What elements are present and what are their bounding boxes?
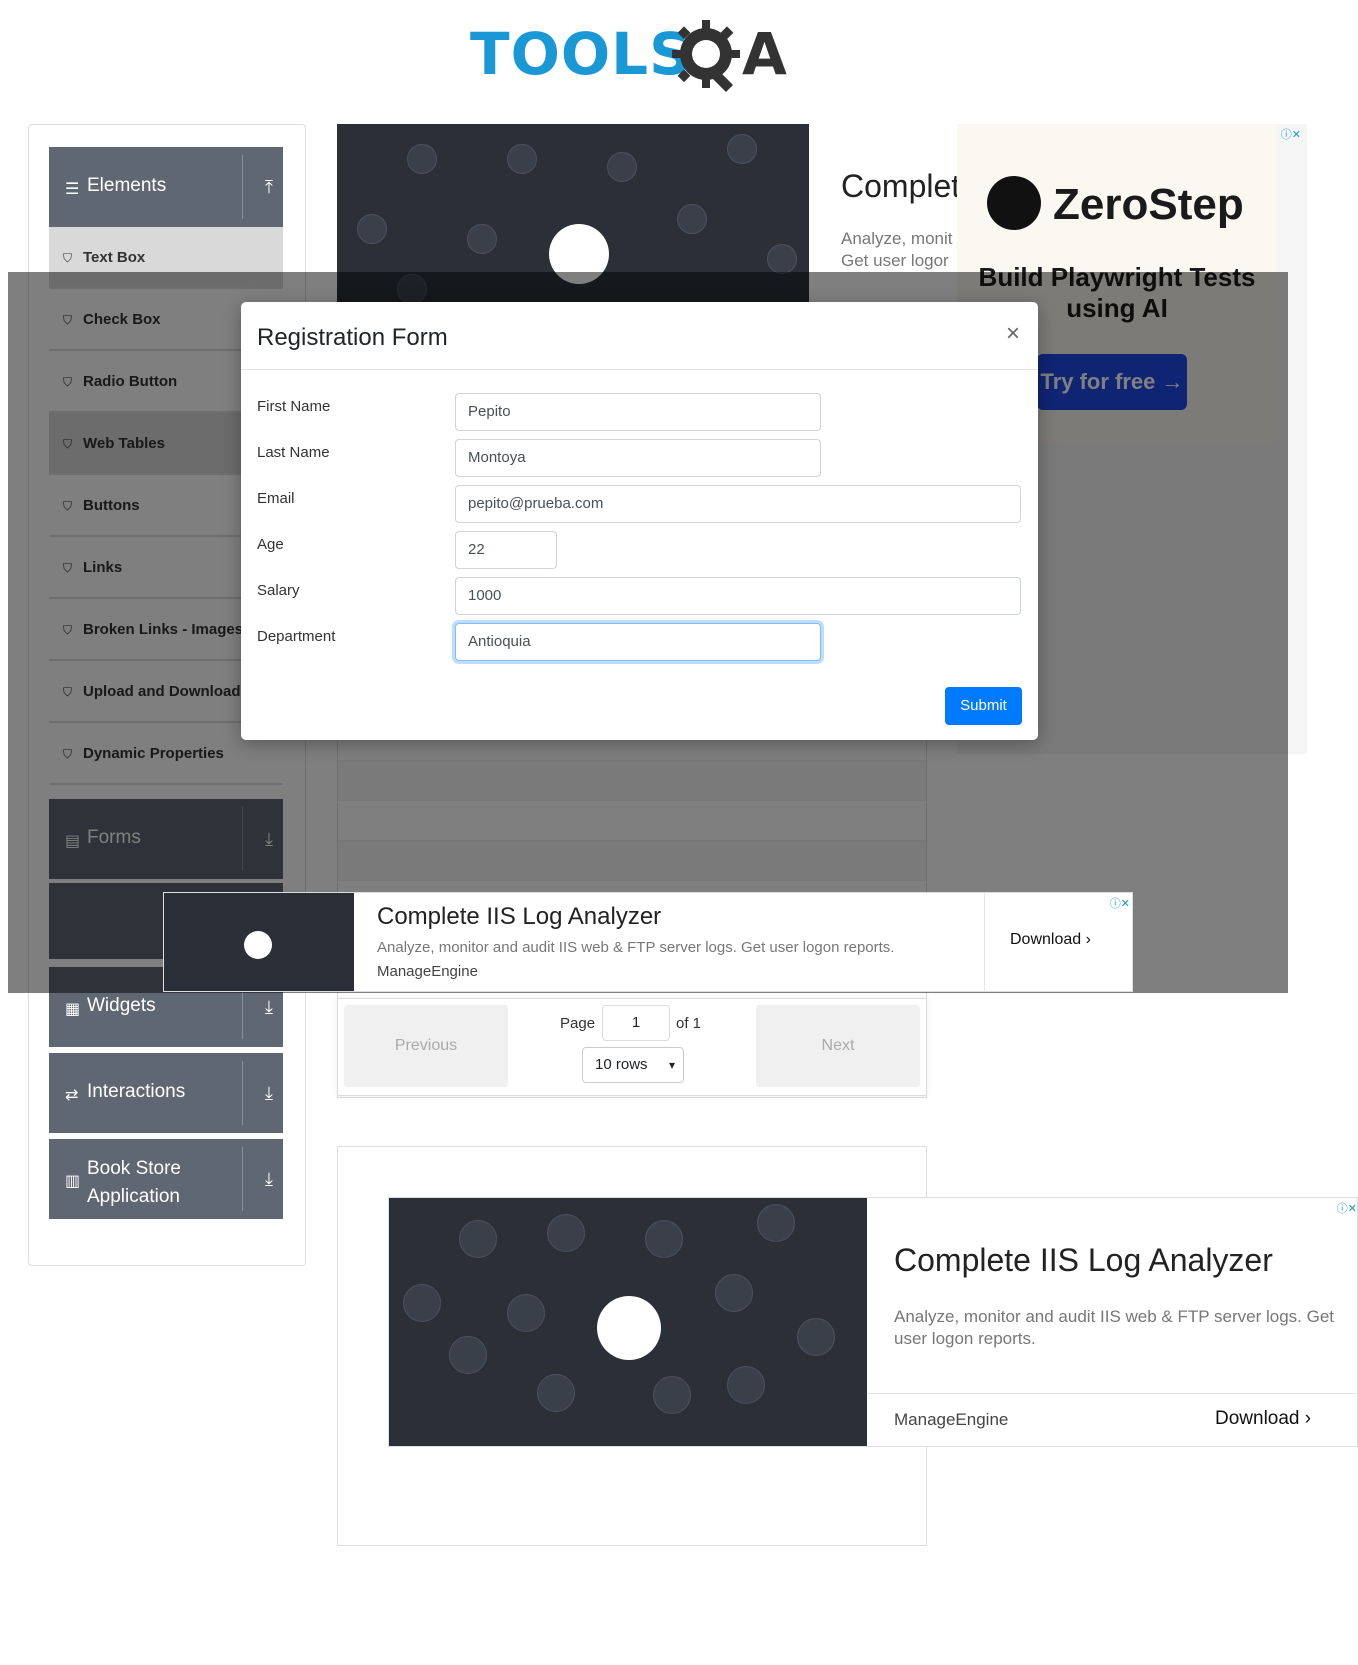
ad-sub-line: Get user logor [841, 251, 949, 270]
group-interactions[interactable]: ⇄ Interactions ⤓ [49, 1053, 283, 1133]
group-label: Elements [87, 175, 167, 196]
download-arrow-icon: ⤓ [265, 1169, 273, 1189]
cta-label: Download [1215, 1408, 1300, 1429]
group-elements[interactable]: ☰ Elements ⤒ [49, 147, 283, 227]
divider [241, 369, 1038, 370]
upload-arrow-icon: ⤒ [265, 177, 273, 197]
widgets-icon: ▦ [65, 1001, 81, 1018]
divider [242, 1147, 243, 1211]
toolsqa-logo[interactable]: TOOLS A [470, 18, 800, 94]
html5-icon: ⛉ [63, 251, 73, 265]
page-total: of 1 [676, 1015, 702, 1032]
adchoices-icon[interactable]: ⓘ✕ [1100, 895, 1130, 910]
submit-button[interactable]: Submit [945, 687, 1022, 725]
menu-item-label: Text Box [83, 249, 146, 266]
interactions-icon: ⇄ [65, 1087, 79, 1104]
adchoices-icon[interactable]: ⓘ✕ [1271, 126, 1301, 141]
chevron-right-icon: › [1304, 1408, 1312, 1429]
download-arrow-icon: ⤓ [265, 1083, 273, 1103]
pagination: Previous Page 1 of 1 10 rows ▾ Next [337, 998, 927, 1096]
rows-per-page-select[interactable]: 10 rows ▾ [582, 1047, 684, 1083]
download-link[interactable]: Download › [1010, 931, 1091, 949]
salary-label: Salary [257, 582, 300, 599]
download-arrow-icon: ⤓ [265, 997, 273, 1017]
ad-sub-line: Analyze, monit [841, 229, 953, 248]
zerostep-logo-icon [987, 176, 1041, 230]
divider [984, 893, 985, 991]
modal-title: Registration Form [257, 324, 448, 351]
email-input[interactable]: pepito@prueba.com [455, 485, 1021, 523]
ad-sub: Analyze, monit Get user logor [841, 228, 953, 272]
last-name-input[interactable]: Montoya [455, 439, 821, 477]
chevron-right-icon: › [1085, 931, 1091, 948]
group-label: Book Store Application [87, 1155, 181, 1211]
email-label: Email [257, 490, 295, 507]
ad-image [389, 1198, 867, 1446]
ad-brand: ManageEngine [377, 963, 478, 980]
chevron-down-icon: ▾ [668, 1058, 675, 1072]
gear-icon [672, 20, 740, 93]
previous-button[interactable]: Previous [344, 1005, 508, 1087]
age-label: Age [257, 536, 284, 553]
divider [242, 155, 243, 219]
ad-headline: Complete IIS Log Analyzer [377, 903, 662, 930]
group-label: Interactions [87, 1081, 186, 1102]
department-label: Department [257, 628, 336, 645]
divider [867, 1393, 1357, 1394]
label-line: Application [87, 1186, 180, 1207]
ad-brand: ZeroStep [1053, 180, 1244, 229]
adchoices-icon[interactable]: ⓘ✕ [1327, 1200, 1357, 1215]
ad-sub: Analyze, monitor and audit IIS web & FTP… [894, 1307, 1334, 1348]
ad-image [164, 893, 354, 991]
first-name-label: First Name [257, 398, 331, 415]
first-name-input[interactable]: Pepito [455, 393, 821, 431]
group-book-store[interactable]: ▥ Book Store Application ⤓ [49, 1139, 283, 1219]
hamburger-icon: ☰ [65, 181, 80, 198]
group-label: Widgets [87, 995, 156, 1016]
rows-value: 10 rows [595, 1056, 648, 1073]
close-icon[interactable]: × [1006, 320, 1020, 348]
ad-headline: Complete IIS Log Analyzer [894, 1242, 1273, 1278]
age-input[interactable]: 22 [455, 531, 557, 569]
middle-ad[interactable]: Complete IIS Log Analyzer Analyze, monit… [163, 892, 1133, 992]
next-button[interactable]: Next [756, 1005, 920, 1087]
download-link[interactable]: Download › [1215, 1408, 1311, 1430]
label-line: Book Store [87, 1158, 181, 1179]
ad-brand: ManageEngine [894, 1410, 1009, 1429]
salary-input[interactable]: 1000 [455, 577, 1021, 615]
cta-label: Download [1010, 931, 1082, 948]
bottom-ad[interactable]: Complete IIS Log Analyzer Analyze, monit… [388, 1197, 1358, 1447]
divider [242, 1061, 243, 1125]
logo-text-a: A [742, 20, 787, 88]
page-label: Page [560, 1015, 596, 1032]
page-number-input[interactable]: 1 [602, 1005, 670, 1041]
ad-headline: Complet [841, 168, 961, 204]
registration-modal: Registration Form × First Name Pepito La… [241, 302, 1038, 740]
ad-sub: Analyze, monitor and audit IIS web & FTP… [377, 939, 895, 956]
department-input[interactable]: Antioquia [455, 623, 821, 661]
last-name-label: Last Name [257, 444, 330, 461]
logo-text: TOOLS [470, 20, 692, 88]
books-icon: ▥ [65, 1173, 81, 1190]
